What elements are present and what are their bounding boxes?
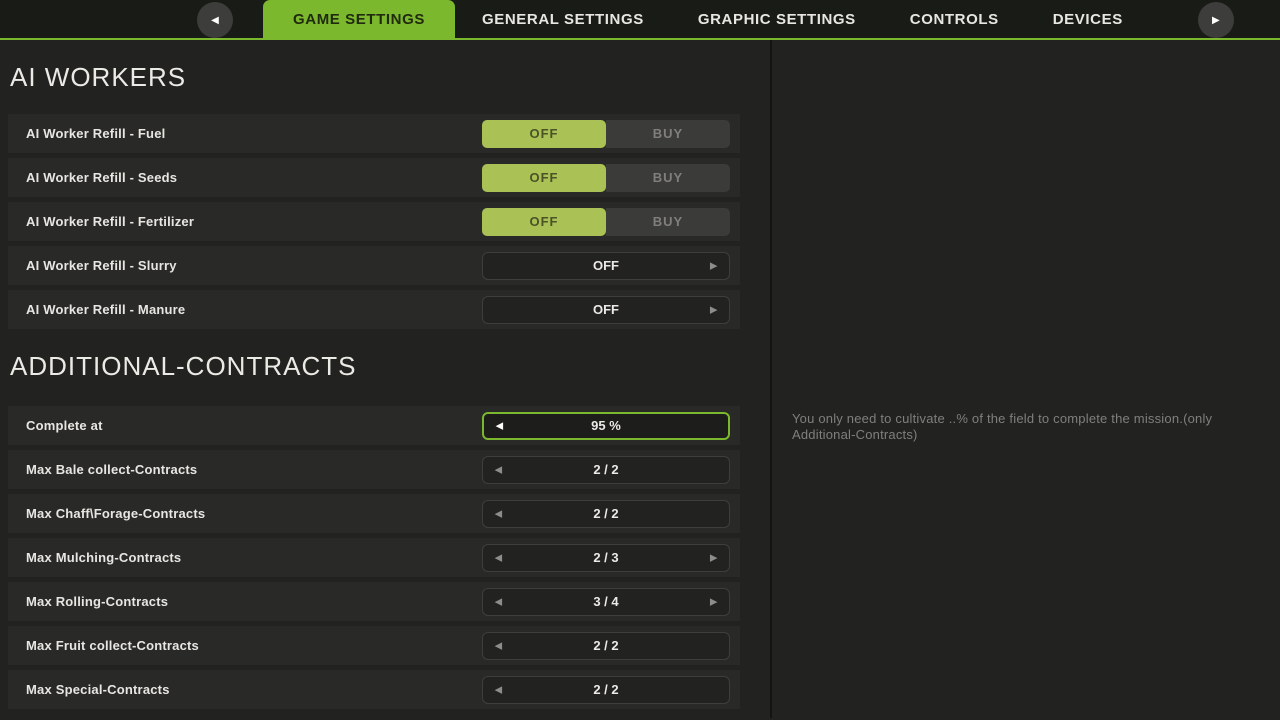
settings-list-pane: AI WORKERS AI Worker Refill - Fuel OFF B… — [0, 40, 772, 718]
right-arrow-icon: ▶ — [1212, 15, 1220, 26]
row-ai-refill-fertilizer: AI Worker Refill - Fertilizer OFF BUY — [8, 202, 740, 241]
row-ai-refill-fuel: AI Worker Refill - Fuel OFF BUY — [8, 114, 740, 153]
section-title-ai-workers: AI WORKERS — [10, 62, 770, 93]
stepper-value: 2 / 2 — [593, 682, 618, 697]
settings-tab-bar: ◀ GAME SETTINGS GENERAL SETTINGS GRAPHIC… — [0, 0, 1280, 40]
off-buy-toggle: OFF BUY — [482, 120, 730, 148]
section-title-additional-contracts: ADDITIONAL-CONTRACTS — [10, 351, 770, 382]
row-max-rolling: Max Rolling-Contracts ◀ 3 / 4 ▶ — [8, 582, 740, 621]
row-max-bale-collect: Max Bale collect-Contracts ◀ 2 / 2 ▶ — [8, 450, 740, 489]
stepper-value: 3 / 4 — [593, 594, 618, 609]
setting-label: Max Special-Contracts — [26, 682, 170, 697]
left-arrow-icon: ◀ — [211, 15, 219, 26]
stepper-value: OFF — [593, 302, 619, 317]
setting-label: AI Worker Refill - Manure — [26, 302, 185, 317]
setting-label: AI Worker Refill - Fuel — [26, 126, 165, 141]
row-max-chaff-forage: Max Chaff\Forage-Contracts ◀ 2 / 2 ▶ — [8, 494, 740, 533]
increase-arrow-icon[interactable]: ▶ — [710, 260, 717, 271]
value-stepper[interactable]: ◀ 2 / 2 ▶ — [482, 456, 730, 484]
stepper-value: OFF — [593, 258, 619, 273]
setting-label: Max Chaff\Forage-Contracts — [26, 506, 205, 521]
prev-tab-button[interactable]: ◀ — [197, 2, 233, 38]
setting-label: AI Worker Refill - Slurry — [26, 258, 177, 273]
additional-contracts-rows: Complete at ◀ 95 % ▶ Max Bale collect-Co… — [0, 406, 770, 709]
off-buy-toggle: OFF BUY — [482, 208, 730, 236]
tab-game-settings[interactable]: GAME SETTINGS — [263, 0, 455, 38]
decrease-arrow-icon[interactable]: ◀ — [495, 464, 502, 475]
row-ai-refill-seeds: AI Worker Refill - Seeds OFF BUY — [8, 158, 740, 197]
decrease-arrow-icon[interactable]: ◀ — [495, 640, 502, 651]
row-max-mulching: Max Mulching-Contracts ◀ 2 / 3 ▶ — [8, 538, 740, 577]
stepper-value: 2 / 2 — [593, 638, 618, 653]
increase-arrow-icon[interactable]: ▶ — [710, 552, 717, 563]
value-stepper[interactable]: ◀ 2 / 2 ▶ — [482, 500, 730, 528]
setting-label: AI Worker Refill - Fertilizer — [26, 214, 194, 229]
setting-label: AI Worker Refill - Seeds — [26, 170, 177, 185]
tab-devices[interactable]: DEVICES — [1026, 0, 1150, 38]
stepper-value: 2 / 3 — [593, 550, 618, 565]
toggle-option-buy[interactable]: BUY — [606, 164, 730, 192]
value-stepper[interactable]: ◀ OFF ▶ — [482, 252, 730, 280]
ai-workers-rows: AI Worker Refill - Fuel OFF BUY AI Worke… — [0, 114, 770, 329]
increase-arrow-icon[interactable]: ▶ — [710, 596, 717, 607]
toggle-option-off[interactable]: OFF — [482, 120, 606, 148]
next-tab-button[interactable]: ▶ — [1198, 2, 1234, 38]
row-max-special: Max Special-Contracts ◀ 2 / 2 ▶ — [8, 670, 740, 709]
value-stepper-focused[interactable]: ◀ 95 % ▶ — [482, 412, 730, 440]
stepper-value: 2 / 2 — [593, 462, 618, 477]
help-pane: You only need to cultivate ..% of the fi… — [772, 40, 1280, 718]
settings-content: AI WORKERS AI Worker Refill - Fuel OFF B… — [0, 40, 1280, 718]
row-ai-refill-manure: AI Worker Refill - Manure ◀ OFF ▶ — [8, 290, 740, 329]
decrease-arrow-icon[interactable]: ◀ — [495, 596, 502, 607]
value-stepper[interactable]: ◀ OFF ▶ — [482, 296, 730, 324]
toggle-option-buy[interactable]: BUY — [606, 120, 730, 148]
tab-controls[interactable]: CONTROLS — [883, 0, 1026, 38]
decrease-arrow-icon[interactable]: ◀ — [495, 552, 502, 563]
decrease-arrow-icon[interactable]: ◀ — [496, 420, 503, 431]
row-max-fruit-collect: Max Fruit collect-Contracts ◀ 2 / 2 ▶ — [8, 626, 740, 665]
value-stepper[interactable]: ◀ 2 / 3 ▶ — [482, 544, 730, 572]
increase-arrow-icon[interactable]: ▶ — [710, 304, 717, 315]
row-ai-refill-slurry: AI Worker Refill - Slurry ◀ OFF ▶ — [8, 246, 740, 285]
setting-label: Complete at — [26, 418, 103, 433]
setting-label: Max Mulching-Contracts — [26, 550, 181, 565]
decrease-arrow-icon[interactable]: ◀ — [495, 684, 502, 695]
setting-label: Max Rolling-Contracts — [26, 594, 168, 609]
decrease-arrow-icon[interactable]: ◀ — [495, 508, 502, 519]
off-buy-toggle: OFF BUY — [482, 164, 730, 192]
setting-label: Max Fruit collect-Contracts — [26, 638, 199, 653]
setting-help-text: You only need to cultivate ..% of the fi… — [792, 411, 1270, 443]
value-stepper[interactable]: ◀ 3 / 4 ▶ — [482, 588, 730, 616]
stepper-value: 95 % — [591, 418, 621, 433]
tab-general-settings[interactable]: GENERAL SETTINGS — [455, 0, 671, 38]
tab-graphic-settings[interactable]: GRAPHIC SETTINGS — [671, 0, 883, 38]
value-stepper[interactable]: ◀ 2 / 2 ▶ — [482, 676, 730, 704]
row-complete-at: Complete at ◀ 95 % ▶ — [8, 406, 740, 445]
toggle-option-off[interactable]: OFF — [482, 164, 606, 192]
value-stepper[interactable]: ◀ 2 / 2 ▶ — [482, 632, 730, 660]
toggle-option-buy[interactable]: BUY — [606, 208, 730, 236]
setting-label: Max Bale collect-Contracts — [26, 462, 197, 477]
toggle-option-off[interactable]: OFF — [482, 208, 606, 236]
stepper-value: 2 / 2 — [593, 506, 618, 521]
